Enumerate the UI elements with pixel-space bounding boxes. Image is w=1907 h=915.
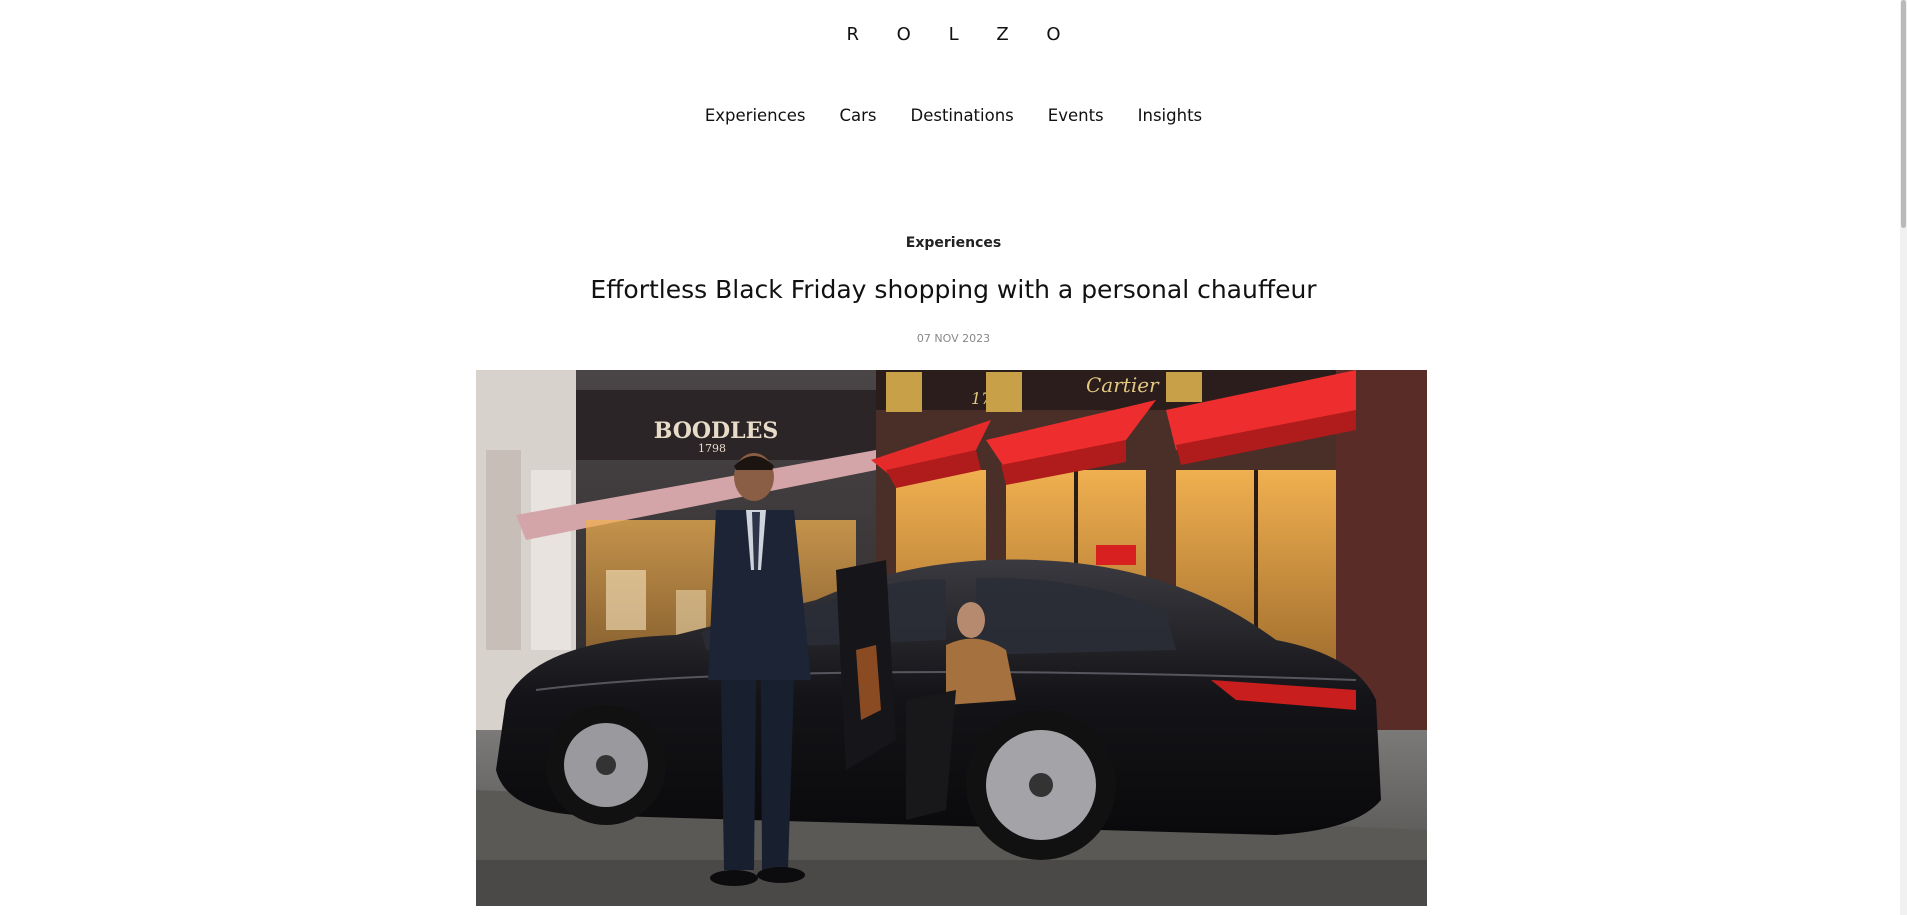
nav-item-insights[interactable]: Insights	[1138, 106, 1203, 125]
nav-item-experiences[interactable]: Experiences	[705, 106, 806, 125]
nav-item-events[interactable]: Events	[1048, 106, 1104, 125]
article-date: 07 NOV 2023	[916, 332, 991, 345]
cartier-sign-text: Cartier	[1086, 373, 1160, 397]
hero-photo-chauffeur-car: BOODLES 1798 177 Cartier	[476, 370, 1427, 906]
main-nav: Experiences Cars Destinations Events Ins…	[0, 106, 1907, 125]
page-scrollbar[interactable]	[1900, 0, 1907, 915]
boodles-sign-text: BOODLES	[654, 418, 779, 444]
boodles-year-text: 1798	[698, 442, 726, 455]
hero-image: BOODLES 1798 177 Cartier	[476, 370, 1427, 906]
article-title: Effortless Black Friday shopping with a …	[590, 275, 1317, 304]
site-logo[interactable]: R O L Z O	[0, 24, 1907, 45]
scrollbar-thumb[interactable]	[1901, 0, 1906, 228]
nav-item-destinations[interactable]: Destinations	[910, 106, 1013, 125]
nav-item-cars[interactable]: Cars	[839, 106, 876, 125]
article-category[interactable]: Experiences	[0, 235, 1907, 251]
